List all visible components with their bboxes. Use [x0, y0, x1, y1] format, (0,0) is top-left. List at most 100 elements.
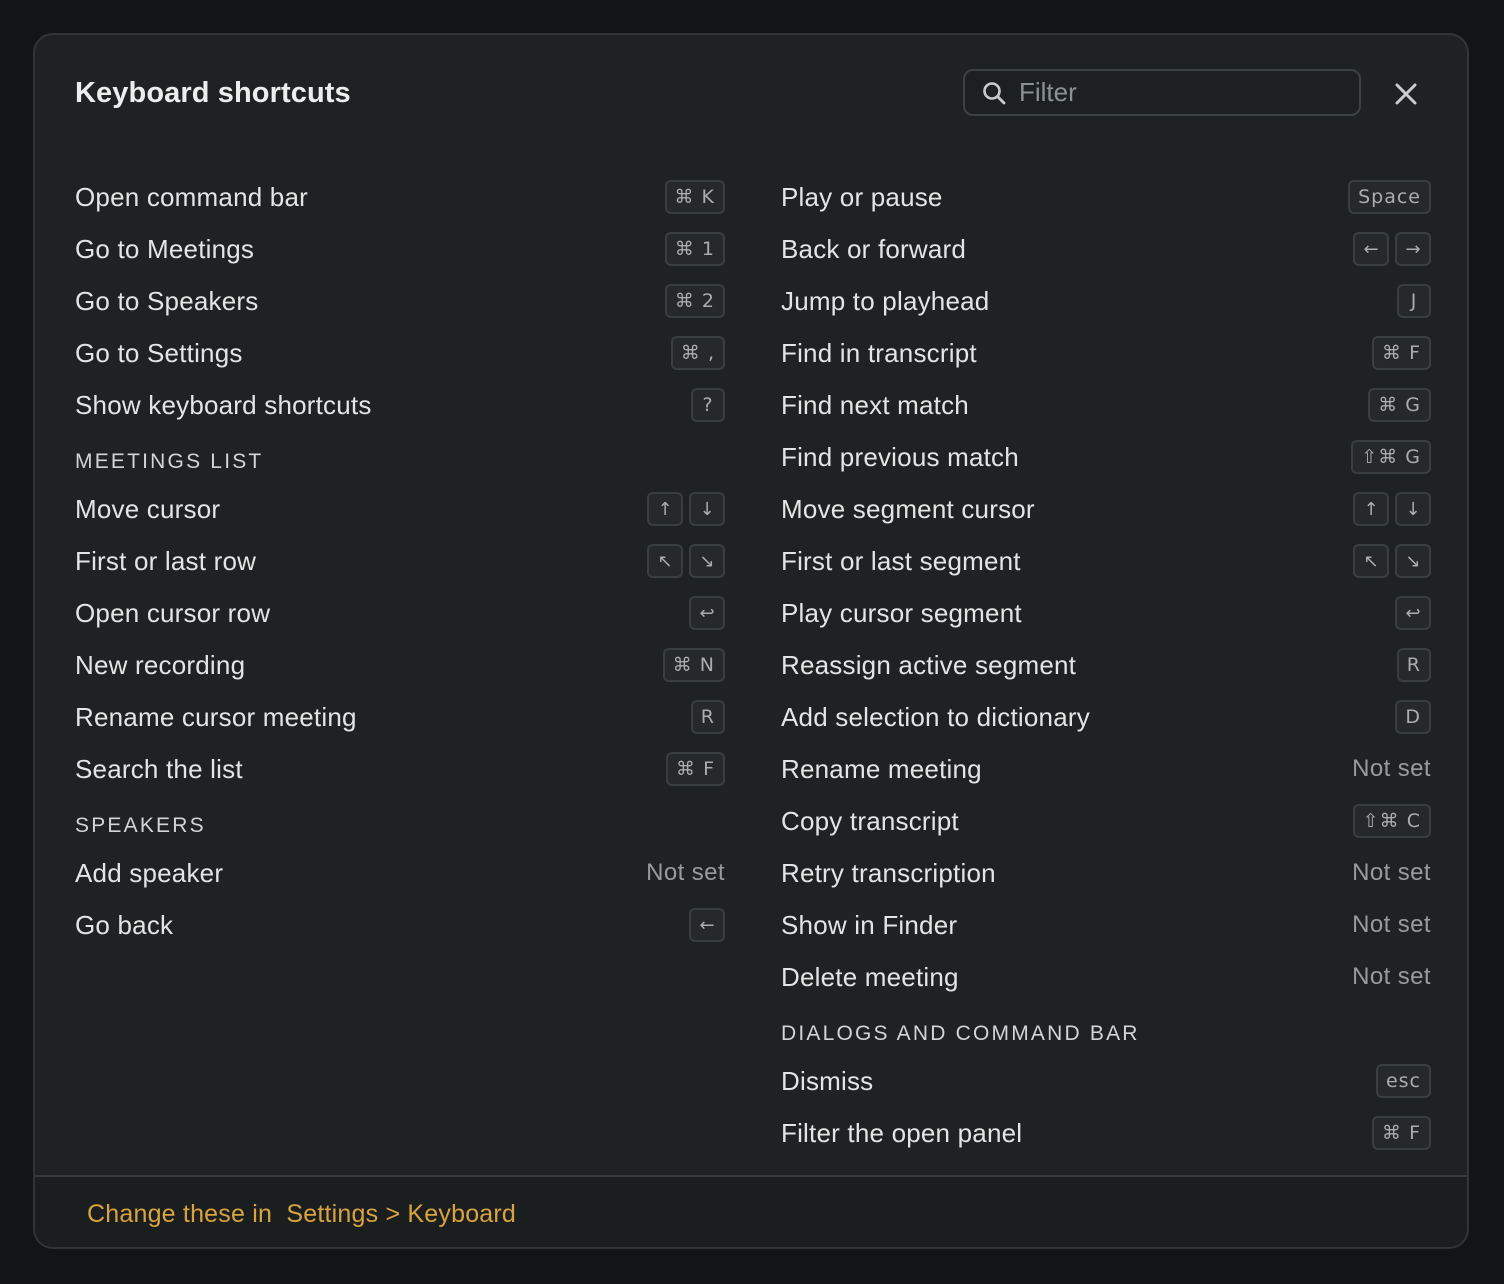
shortcut-row-show-in-finder: Show in Finder Not set: [781, 899, 1431, 951]
keycap: ?: [691, 388, 725, 422]
keyboard-shortcuts-dialog: Keyboard shortcuts Open command bar ⌘ K Go…: [33, 33, 1469, 1249]
shortcut-row-add-speaker: Add speaker Not set: [75, 847, 725, 899]
keycap: ⇧⌘ C: [1352, 804, 1431, 838]
shortcut-action-label: Show in Finder: [781, 909, 958, 940]
shortcut-action-label: Go to Speakers: [75, 285, 259, 316]
footer-prefix: Change these in: [87, 1199, 280, 1228]
dialog-title: Keyboard shortcuts: [75, 77, 351, 109]
shortcut-keys: ⌘ ,: [670, 336, 725, 370]
shortcut-action-label: Go back: [75, 909, 174, 940]
shortcut-action-label: Dismiss: [781, 1065, 874, 1096]
close-icon: [1395, 83, 1417, 105]
shortcut-keys: ⌘ F: [1372, 336, 1431, 370]
not-set-label: Not set: [1352, 911, 1431, 938]
shortcut-row-open-command-bar: Open command bar ⌘ K: [75, 171, 725, 223]
shortcut-keys: ←: [689, 908, 725, 942]
keycap: ⌘ N: [662, 648, 725, 682]
keycap: R: [1396, 648, 1431, 682]
keycap: ⌘ ,: [670, 336, 725, 370]
shortcut-keys: esc: [1375, 1064, 1431, 1098]
shortcut-row-first-or-last-row: First or last row ↖ ↘: [75, 535, 725, 587]
shortcut-action-label: Open cursor row: [75, 597, 271, 628]
shortcut-row-show-keyboard-shortcuts: Show keyboard shortcuts?: [75, 379, 725, 431]
shortcut-keys: ← →: [1353, 232, 1431, 266]
keycap: ↑: [1353, 492, 1389, 526]
shortcut-keys: ↑ ↓: [647, 492, 725, 526]
keycap: ⌘ G: [1368, 388, 1431, 422]
keycap: ↑: [647, 492, 683, 526]
filter-input[interactable]: [1019, 77, 1339, 108]
filter-field[interactable]: [963, 69, 1361, 116]
shortcut-keys: ⌘ F: [666, 752, 725, 786]
shortcut-action-label: Play or pause: [781, 181, 943, 212]
keycap: ⌘ 1: [664, 232, 725, 266]
keycap: ⌘ F: [666, 752, 725, 786]
shortcut-action-label: Reassign active segment: [781, 649, 1077, 680]
section-header-dialogs: DIALOGS AND COMMAND BAR: [781, 1022, 1140, 1045]
shortcut-row-jump-to-playhead: Jump to playhead J: [781, 275, 1431, 327]
dialog-footer: Change these in Settings > Keyboard: [35, 1175, 1467, 1247]
shortcut-row-search-the-list: Search the list ⌘ F: [75, 743, 725, 795]
shortcut-row-open-cursor-row: Open cursor row ↩: [75, 587, 725, 639]
keycap: ↩: [689, 596, 725, 630]
shortcut-keys: ⌘ 2: [664, 284, 725, 318]
shortcut-action-label: Rename cursor meeting: [75, 701, 357, 732]
section-header-speakers: SPEAKERS: [75, 814, 206, 837]
shortcuts-column-left: Open command bar ⌘ K Go to Meetings ⌘ 1 Go t…: [75, 171, 725, 951]
shortcut-action-label: Search the list: [75, 753, 243, 784]
footer-hint: Change these in Settings > Keyboard: [87, 1200, 516, 1229]
shortcut-action-label: Back or forward: [781, 233, 967, 264]
keycap: ↓: [1395, 492, 1431, 526]
keycap: ⌘ F: [1372, 336, 1431, 370]
keycap: ⌘ F: [1372, 1116, 1431, 1150]
shortcut-action-label: Delete meeting: [781, 961, 959, 992]
shortcut-row-find-previous-match: Find previous match ⇧⌘ G: [781, 431, 1431, 483]
keycap: ↘: [1395, 544, 1431, 578]
shortcut-keys: ⌘ F: [1372, 1116, 1431, 1150]
shortcut-action-label: Open command bar: [75, 181, 308, 212]
settings-keyboard-link[interactable]: Settings > Keyboard: [286, 1200, 516, 1228]
shortcut-row-reassign-active-segment: Reassign active segment R: [781, 639, 1431, 691]
not-set-label: Not set: [646, 859, 725, 886]
not-set-label: Not set: [1352, 859, 1431, 886]
shortcut-action-label: Show keyboard shortcuts: [75, 389, 372, 420]
shortcut-row-play-or-pause: Play or pause Space: [781, 171, 1431, 223]
shortcut-action-label: Move segment cursor: [781, 493, 1035, 524]
shortcut-action-label: Jump to playhead: [781, 285, 990, 316]
shortcut-keys: ⌘ N: [662, 648, 725, 682]
keycap: →: [1395, 232, 1431, 266]
keycap: D: [1395, 700, 1431, 734]
shortcut-row-retry-transcription: Retry transcription Not set: [781, 847, 1431, 899]
shortcut-row-rename-meeting: Rename meeting Not set: [781, 743, 1431, 795]
keycap: ↖: [647, 544, 683, 578]
not-set-label: Not set: [1352, 755, 1431, 782]
shortcut-action-label: First or last segment: [781, 545, 1021, 576]
keycap: ⌘ 2: [664, 284, 725, 318]
shortcut-keys: R: [1396, 648, 1431, 682]
keycap: ⌘ K: [664, 180, 725, 214]
keycap: ↖: [1353, 544, 1389, 578]
shortcut-action-label: Find next match: [781, 389, 969, 420]
shortcut-keys: ⌘ 1: [664, 232, 725, 266]
shortcut-keys: ⇧⌘ G: [1351, 440, 1431, 474]
shortcut-row-go-to-meetings: Go to Meetings ⌘ 1: [75, 223, 725, 275]
shortcut-action-label: Move cursor: [75, 493, 221, 524]
keycap: ↓: [689, 492, 725, 526]
keycap: ↘: [689, 544, 725, 578]
close-button[interactable]: [1389, 77, 1423, 111]
shortcut-keys: J: [1397, 284, 1431, 318]
shortcut-action-label: Filter the open panel: [781, 1117, 1023, 1148]
shortcut-action-label: Add selection to dictionary: [781, 701, 1090, 732]
shortcut-action-label: Rename meeting: [781, 753, 982, 784]
shortcut-keys: ↑ ↓: [1353, 492, 1431, 526]
shortcut-row-new-recording: New recording ⌘ N: [75, 639, 725, 691]
shortcut-row-first-or-last-segment: First or last segment ↖ ↘: [781, 535, 1431, 587]
shortcut-keys: ↖ ↘: [647, 544, 725, 578]
keycap: ↩: [1395, 596, 1431, 630]
shortcut-row-delete-meeting: Delete meeting Not set: [781, 951, 1431, 1003]
shortcut-keys: ?: [691, 388, 725, 422]
shortcuts-column-right: Play or pause Space Back or forward ← → Jump …: [781, 171, 1431, 1159]
keycap: ⇧⌘ G: [1351, 440, 1431, 474]
shortcut-row-find-next-match: Find next match ⌘ G: [781, 379, 1431, 431]
keycap: esc: [1375, 1064, 1431, 1098]
